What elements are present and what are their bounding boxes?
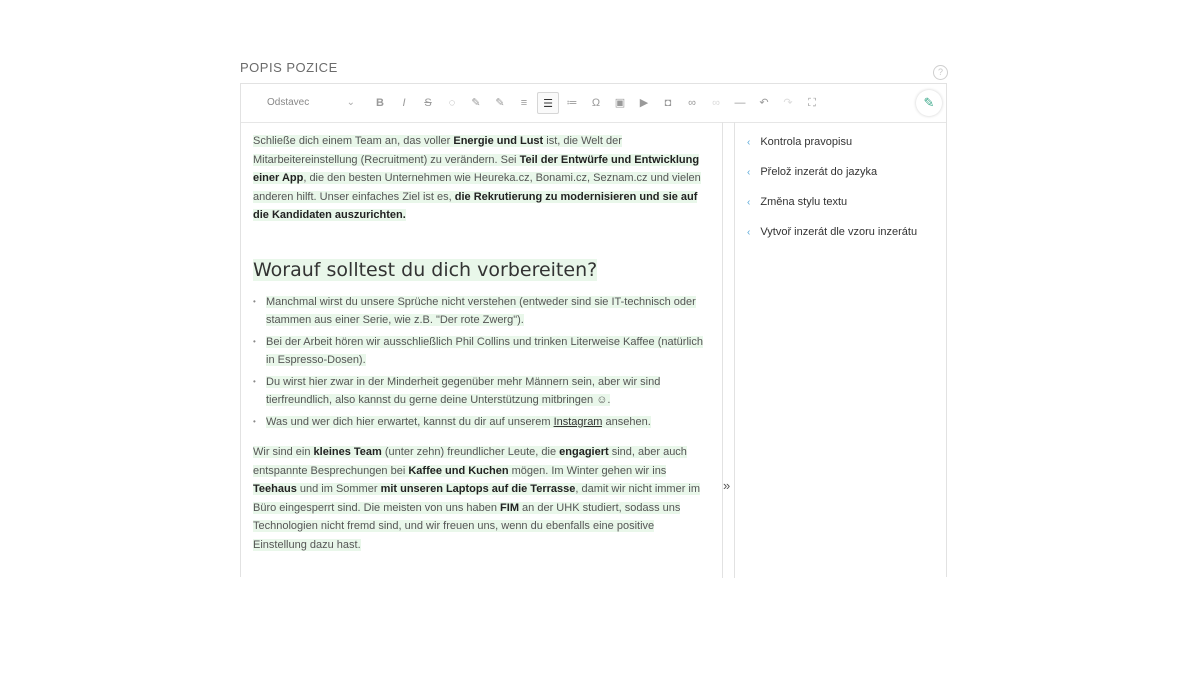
text-run: engagiert — [559, 446, 609, 458]
ai-action-item[interactable]: ‹ Změna stylu textu — [747, 196, 847, 208]
text-run: Teehaus — [253, 483, 297, 495]
ai-sidebar: ‹ Kontrola pravopisu ‹ Přelož inzerát do ja… — [734, 122, 947, 578]
text-run: , das voller — [397, 135, 454, 147]
block-format-select[interactable]: Odstavec ⌄ — [255, 92, 355, 114]
numbered-list-icon: ≔ — [566, 97, 578, 109]
align-list-button[interactable]: ≡ — [513, 92, 535, 114]
strikethrough-icon: S — [424, 97, 432, 109]
chevron-left-icon: ‹ — [747, 227, 751, 238]
collapse-panel-button[interactable]: » — [723, 478, 730, 493]
chevron-left-icon: ‹ — [747, 167, 751, 178]
undo-button[interactable]: ↶ — [753, 92, 775, 114]
text-run: Energie und Lust — [453, 135, 544, 147]
text-run: Wir sind ein — [253, 446, 314, 458]
redo-button[interactable]: ↷ — [777, 92, 799, 114]
horizontal-rule-icon: — — [734, 97, 746, 109]
italic-icon: I — [402, 97, 406, 109]
intro-paragraph: Schließe dich einem Team an, das voller … — [253, 132, 709, 225]
ai-action-label: Přelož inzerát do jazyka — [760, 166, 878, 178]
highlighter-icon: ✎ — [495, 97, 505, 109]
instagram-link[interactable]: Instagram — [553, 415, 603, 428]
text-run: mögen. Im Winter gehen wir ins — [508, 464, 667, 477]
section-title: POPIS POZICE — [240, 60, 338, 75]
content-heading: Worauf solltest du dich vorbereiten? — [253, 258, 598, 281]
ai-action-item[interactable]: ‹ Přelož inzerát do jazyka — [747, 166, 877, 178]
bullet-list-icon: ☰ — [543, 98, 553, 110]
special-char-button[interactable]: Ω — [585, 92, 607, 114]
text-run: Schließe dich einem Team an — [253, 135, 398, 147]
video-button[interactable]: ▶ — [633, 92, 655, 114]
text-run: Kaffee und Kuchen — [408, 464, 509, 477]
unlink-button[interactable]: ∞ — [705, 92, 727, 114]
undo-icon: ↶ — [759, 97, 769, 109]
image-button[interactable]: ▣ — [609, 92, 631, 114]
text-run: kleines Team — [313, 446, 382, 458]
text-run: FIM — [500, 501, 519, 514]
palette-button[interactable]: ◌ — [441, 92, 463, 114]
chevron-left-icon: ‹ — [747, 197, 751, 208]
media-button[interactable]: ◘ — [657, 92, 679, 114]
link-icon: ∞ — [688, 97, 696, 109]
special-char-icon: Ω — [591, 97, 601, 109]
align-list-icon: ≡ — [520, 97, 528, 109]
bold-button[interactable]: B — [369, 92, 391, 114]
text-run: und im Sommer — [296, 483, 381, 495]
list-item: Manchmal wirst du unsere Sprüche nicht v… — [253, 293, 709, 330]
rich-text-editor: Odstavec ⌄ B I S ◌ ✎ ✎ ≡ ☰ ≔ Ω ▣ ▶ ◘ ∞ ∞ — ↶ ↷ ⛶ ✎ Schließ… — [240, 83, 947, 578]
bullet-list-button[interactable]: ☰ — [537, 92, 559, 114]
help-icon[interactable]: ? — [933, 65, 948, 80]
numbered-list-button[interactable]: ≔ — [561, 92, 583, 114]
ai-action-label: Vytvoř inzerát dle vzoru inzerátu — [760, 226, 918, 238]
list-item: Du wirst hier zwar in der Minderheit geg… — [253, 373, 709, 410]
list-item: Bei der Arbeit hören wir ausschließlich … — [253, 333, 709, 370]
fullscreen-button[interactable]: ⛶ — [801, 92, 823, 114]
list-item: Was und wer dich hier erwartet, kannst d… — [253, 413, 709, 432]
media-icon: ◘ — [664, 97, 672, 109]
ai-action-label: Změna stylu textu — [760, 196, 848, 208]
redo-icon: ↷ — [783, 97, 793, 109]
text-run: mit unseren Laptops auf die Terrasse — [380, 483, 576, 495]
palette-icon: ◌ — [448, 97, 456, 109]
chevron-down-icon: ⌄ — [346, 97, 355, 108]
editor-toolbar: Odstavec ⌄ B I S ◌ ✎ ✎ ≡ ☰ ≔ Ω ▣ ▶ ◘ ∞ ∞ — ↶ ↷ ⛶ ✎ — [241, 84, 946, 123]
bold-icon: B — [376, 97, 384, 109]
image-icon: ▣ — [614, 97, 626, 109]
brush-button[interactable]: ✎ — [465, 92, 487, 114]
bullet-list: Manchmal wirst du unsere Sprüche nicht v… — [253, 293, 709, 432]
block-format-value: Odstavec — [267, 97, 310, 108]
ai-assistant-button[interactable]: ✎ — [916, 90, 942, 116]
chevron-left-icon: ‹ — [747, 137, 751, 148]
highlighter-button[interactable]: ✎ — [489, 92, 511, 114]
horizontal-rule-button[interactable]: — — [729, 92, 751, 114]
ai-action-item[interactable]: ‹ Vytvoř inzerát dle vzoru inzerátu — [747, 226, 917, 238]
strikethrough-button[interactable]: S — [417, 92, 439, 114]
fullscreen-icon: ⛶ — [808, 97, 816, 109]
unlink-icon: ∞ — [712, 97, 720, 109]
ai-action-label: Kontrola pravopisu — [760, 136, 853, 148]
editor-content[interactable]: Schließe dich einem Team an, das voller … — [241, 122, 723, 578]
italic-button[interactable]: I — [393, 92, 415, 114]
team-paragraph: Wir sind ein kleines Team (unter zehn) f… — [253, 443, 709, 554]
link-button[interactable]: ∞ — [681, 92, 703, 114]
video-icon: ▶ — [639, 97, 649, 109]
brush-icon: ✎ — [471, 97, 481, 109]
ai-action-item[interactable]: ‹ Kontrola pravopisu — [747, 136, 852, 148]
text-run: (unter zehn) freundlicher Leute, die — [381, 446, 560, 458]
